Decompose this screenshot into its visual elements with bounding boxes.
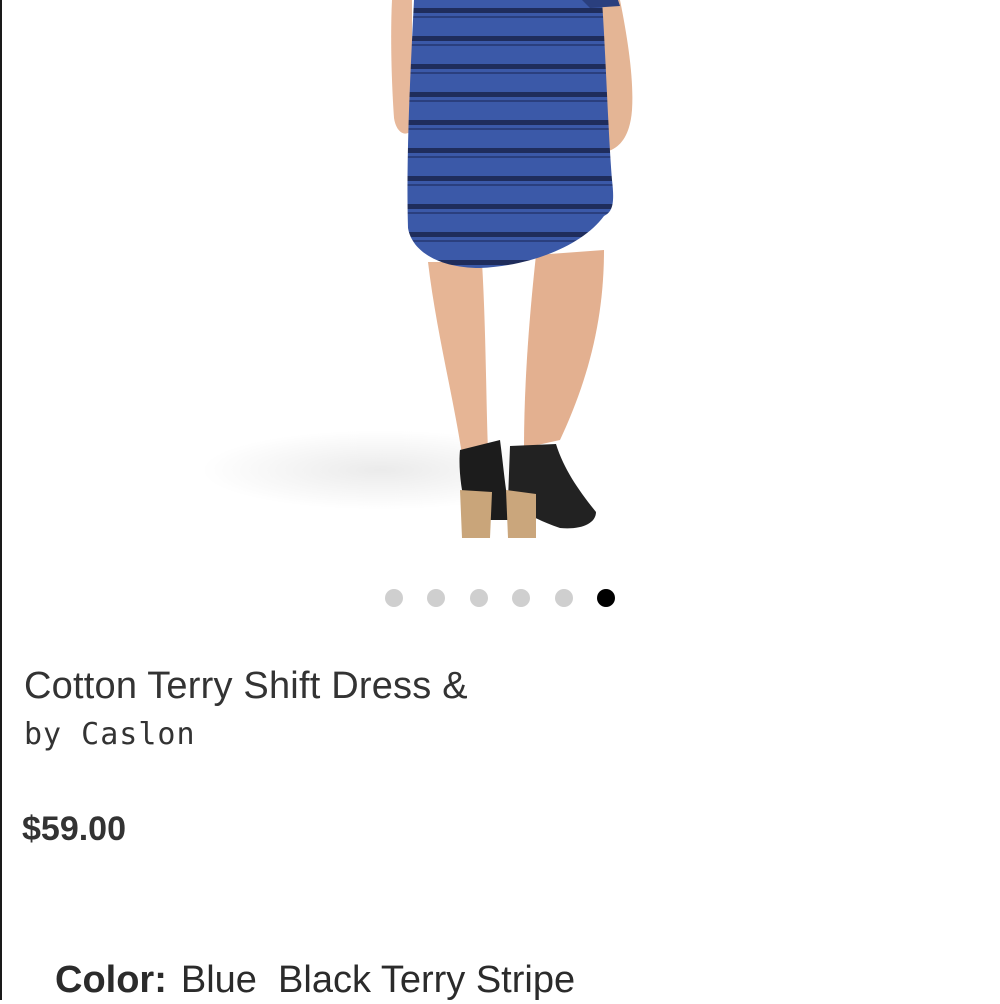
product-image[interactable] [0, 0, 1000, 570]
left-arm [391, 0, 412, 134]
carousel-dot-5[interactable] [555, 589, 573, 607]
left-leg [428, 262, 488, 455]
product-brand[interactable]: by Caslon [24, 716, 196, 754]
color-value: Blue Black Terry Stripe [180, 959, 576, 1001]
color-label: Color: [55, 959, 167, 1001]
carousel-dot-6-active[interactable] [597, 589, 615, 607]
image-carousel-dots [0, 589, 1000, 609]
left-boot-heel [460, 490, 492, 538]
dress [407, 0, 614, 268]
right-leg [524, 250, 604, 448]
product-title: Cotton Terry Shift Dress & [24, 665, 468, 707]
carousel-dot-1[interactable] [385, 589, 403, 607]
carousel-dot-4[interactable] [512, 589, 530, 607]
right-boot-heel [506, 490, 536, 538]
product-price: $59.00 [22, 810, 126, 848]
carousel-dot-3[interactable] [470, 589, 488, 607]
carousel-dot-2[interactable] [427, 589, 445, 607]
color-selection: Color: Blue Black Terry Stripe [55, 956, 575, 1004]
